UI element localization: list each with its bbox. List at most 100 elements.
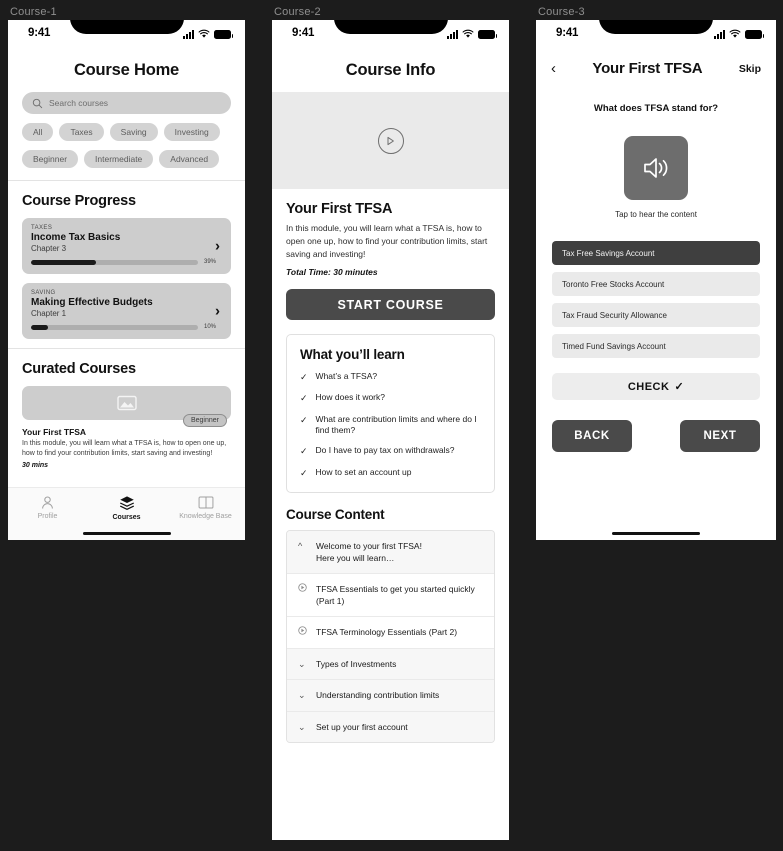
screen-course-home: 9:41 Course Home Search courses All Taxe…: [8, 20, 245, 540]
category-filter-chips: All Taxes Saving Investing: [22, 123, 231, 141]
quiz-question: What does TFSA stand for?: [593, 103, 719, 114]
quiz-nav-buttons: BACK NEXT: [552, 420, 760, 452]
play-circle-icon: [298, 583, 307, 596]
quiz-nav-bar: ‹ Your First TFSA Skip: [536, 50, 776, 89]
status-icons: [714, 29, 764, 39]
chevron-right-icon: ›: [215, 237, 220, 255]
quiz-option-1[interactable]: Tax Free Savings Account: [552, 241, 760, 265]
list-item-label: Do I have to pay tax on withdrawals?: [315, 445, 455, 456]
play-triangle-icon: [387, 136, 394, 145]
progress-title: Income Tax Basics: [31, 232, 121, 243]
progress-track: [31, 324, 198, 330]
chip-investing[interactable]: Investing: [163, 123, 220, 141]
search-placeholder: Search courses: [49, 98, 109, 108]
chevron-left-icon[interactable]: ‹: [551, 61, 556, 76]
accordion-header-welcome[interactable]: ^ Welcome to your first TFSA! Here you w…: [287, 530, 494, 574]
page-title: Course Info: [345, 61, 436, 79]
course-summary: Your First TFSA In this module, you will…: [272, 189, 509, 321]
accordion-lesson-part-2[interactable]: TFSA Terminology Essentials (Part 2): [287, 617, 494, 649]
progress-card-budgets[interactable]: SAVING Making Effective Budgets Chapter …: [22, 283, 231, 339]
play-icon[interactable]: [377, 127, 404, 154]
tab-knowledge-base[interactable]: Knowledge Base: [166, 488, 245, 540]
chip-all[interactable]: All: [22, 123, 54, 141]
checkmark-icon: ✓: [674, 381, 685, 393]
progress-fill: [31, 324, 48, 330]
chip-saving[interactable]: Saving: [109, 123, 158, 141]
notch: [599, 20, 713, 34]
status-icons: [447, 29, 497, 39]
video-hero[interactable]: [272, 92, 509, 189]
audio-hint-label: Tap to hear the content: [615, 210, 697, 219]
what-youll-learn-panel: What you’ll learn ✓ What’s a TFSA? ✓ How…: [286, 334, 495, 493]
checkmark-icon: ✓: [300, 446, 308, 457]
list-item: ✓ Do I have to pay tax on withdrawals?: [300, 445, 481, 457]
home-indicator: [82, 531, 171, 535]
quiz-body: ‹ Your First TFSA Skip What does TFSA st…: [536, 50, 776, 540]
curated-course-title: Your First TFSA: [22, 427, 87, 437]
curated-courses-section: Curated Courses Beginner Your First TFSA…: [8, 361, 245, 497]
accordion-header-types-of-investments[interactable]: ⌄ Types of Investments: [287, 648, 494, 681]
accordion-header-set-up-account[interactable]: ⌄ Set up your first account: [287, 711, 494, 743]
accordion-label: Set up your first account: [316, 721, 408, 732]
chip-beginner[interactable]: Beginner: [22, 150, 79, 168]
progress-category: TAXES: [31, 225, 53, 231]
quiz-option-2[interactable]: Toronto Free Stocks Account: [552, 272, 760, 296]
curated-course-duration: 30 mins: [22, 462, 49, 470]
accordion-label: TFSA Essentials to get you started quick…: [316, 583, 475, 606]
accordion-label: Understanding contribution limits: [316, 690, 440, 701]
progress-title: Making Effective Budgets: [31, 297, 153, 308]
book-icon: [198, 496, 213, 509]
notch: [333, 20, 448, 34]
search-icon: [32, 98, 43, 108]
audio-play-button[interactable]: [624, 136, 688, 200]
progress-card-income-tax[interactable]: TAXES Income Tax Basics Chapter 3 39% ›: [22, 218, 231, 274]
course-home-scroll[interactable]: Course Home Search courses All Taxes Sav…: [8, 50, 245, 540]
cellular-signal-icon: [183, 29, 194, 39]
course-title: Your First TFSA: [286, 201, 393, 217]
panel-title: What you’ll learn: [300, 347, 405, 363]
accordion-line-2: Here you will learn…: [316, 552, 395, 563]
chevron-right-icon: ›: [215, 302, 220, 320]
course-description: In this module, you will learn what a TF…: [286, 223, 488, 259]
frame-label-course-1: Course-1: [10, 6, 57, 18]
wifi-icon: [198, 29, 210, 38]
chevron-up-icon: ^: [298, 540, 303, 551]
accordion-label: Types of Investments: [316, 658, 397, 669]
chevron-down-icon: ⌄: [298, 690, 306, 701]
progress-category: SAVING: [31, 290, 56, 296]
quiz-option-4[interactable]: Timed Fund Savings Account: [552, 334, 760, 358]
search-input[interactable]: Search courses: [22, 92, 231, 114]
search-and-filters: Search courses All Taxes Saving Investin…: [8, 92, 245, 168]
chevron-down-icon: ⌄: [298, 721, 306, 732]
tab-label: Courses: [112, 514, 141, 521]
phone-frame-course-home: 9:41 Course Home Search courses All Taxe…: [8, 20, 245, 540]
chip-intermediate[interactable]: Intermediate: [84, 150, 154, 168]
back-button[interactable]: BACK: [552, 420, 632, 452]
course-content-section: Course Content ^ Welcome to your first T…: [286, 507, 495, 744]
progress-chapter: Chapter 3: [31, 244, 67, 253]
check-answer-button[interactable]: CHECK ✓: [552, 373, 760, 400]
quiz-option-3[interactable]: Tax Fraud Security Allowance: [552, 303, 760, 327]
tab-profile[interactable]: Profile: [8, 488, 87, 540]
accordion-lesson-part-1[interactable]: TFSA Essentials to get you started quick…: [287, 573, 494, 617]
chip-advanced[interactable]: Advanced: [159, 150, 220, 168]
home-indicator: [612, 531, 700, 535]
phone-frame-course-info: 9:41 Course Info Your First TFSA In this…: [272, 20, 509, 840]
checkmark-icon: ✓: [300, 467, 308, 478]
course-info-scroll[interactable]: Course Info Your First TFSA In this modu…: [272, 50, 509, 840]
section-title-course-content: Course Content: [286, 506, 385, 522]
checkmark-icon: ✓: [300, 414, 308, 425]
curated-course-card[interactable]: Beginner Your First TFSA In this module,…: [22, 386, 231, 469]
accordion-label: Welcome to your first TFSA! Here you wil…: [316, 540, 422, 564]
next-button[interactable]: NEXT: [680, 420, 760, 452]
course-total-time: Total Time: 30 minutes: [286, 267, 378, 278]
progress-bar-row: 39%: [31, 259, 222, 265]
accordion-header-contribution-limits[interactable]: ⌄ Understanding contribution limits: [287, 680, 494, 712]
list-item-label: What are contribution limits and where d…: [315, 413, 477, 435]
status-badge-level: Beginner: [182, 414, 227, 427]
skip-button[interactable]: Skip: [739, 63, 761, 75]
cellular-signal-icon: [714, 29, 725, 39]
checkmark-icon: ✓: [300, 372, 308, 383]
start-course-button[interactable]: START COURSE: [286, 289, 495, 321]
chip-taxes[interactable]: Taxes: [59, 123, 104, 141]
